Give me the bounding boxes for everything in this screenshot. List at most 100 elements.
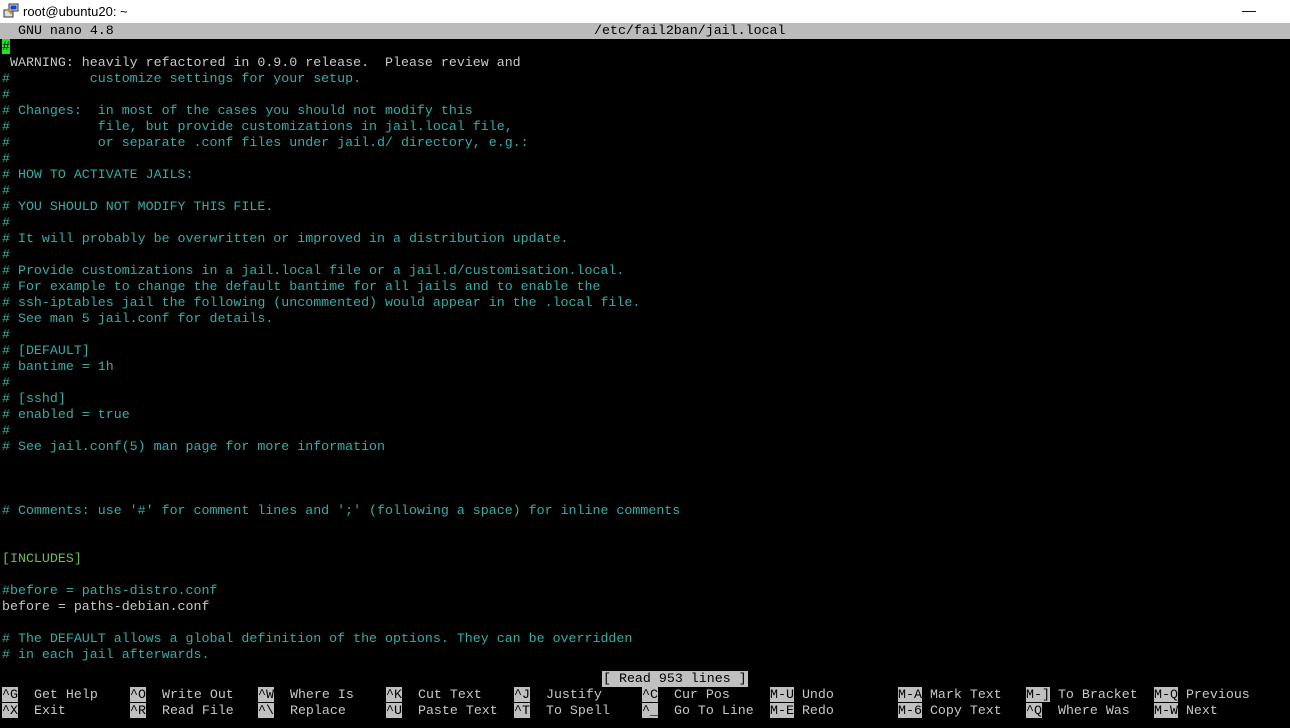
shortcut-get-help[interactable]: ^G Get Help <box>2 687 98 703</box>
editor-line[interactable]: # See jail.conf(5) man page for more inf… <box>2 439 385 455</box>
editor-line[interactable]: # customize settings for your setup. <box>2 71 361 87</box>
shortcut-key: M-] <box>1026 687 1050 702</box>
editor-line[interactable]: # <box>2 39 10 55</box>
editor-line[interactable]: # The DEFAULT allows a global definition… <box>2 631 632 647</box>
shortcut-label: To Spell <box>545 703 610 718</box>
editor-line[interactable]: # in each jail afterwards. <box>2 647 209 663</box>
shortcut-key: ^C <box>642 687 658 702</box>
editor-line[interactable]: # <box>2 375 10 391</box>
minimize-button[interactable]: — <box>1238 0 1260 23</box>
editor-line[interactable]: # <box>2 151 10 167</box>
shortcut-undo[interactable]: M-U Undo <box>770 687 834 703</box>
shortcut-label: Write Out <box>161 687 234 702</box>
nano-version: GNU nano 4.8 <box>18 23 114 38</box>
shortcut-key: ^\ <box>258 703 274 718</box>
editor-line[interactable]: # [sshd] <box>2 391 66 407</box>
shortcut-label: Get Help <box>33 687 98 702</box>
shortcut-label: Justify <box>545 687 602 702</box>
shortcut-label: Go To Line <box>673 703 754 718</box>
shortcut-key: M-U <box>770 687 794 702</box>
putty-terminal-icon <box>3 3 19 18</box>
editor-line[interactable]: WARNING: heavily refactored in 0.9.0 rel… <box>2 55 521 71</box>
editor-line[interactable]: # enabled = true <box>2 407 130 423</box>
shortcut-label: Redo <box>801 703 834 718</box>
shortcut-key: ^K <box>386 687 402 702</box>
shortcut-key: ^T <box>514 703 530 718</box>
shortcut-key: ^R <box>130 703 146 718</box>
shortcut-redo[interactable]: M-E Redo <box>770 703 834 719</box>
editor-line[interactable]: # bantime = 1h <box>2 359 114 375</box>
shortcut-justify[interactable]: ^J Justify <box>514 687 602 703</box>
editor-line[interactable]: # For example to change the default bant… <box>2 279 600 295</box>
editor-line[interactable]: # Changes: in most of the cases you shou… <box>2 103 473 119</box>
shortcut-key: ^G <box>2 687 18 702</box>
nano-header-bar: GNU nano 4.8 /etc/fail2ban/jail.local <box>0 23 1290 39</box>
text-cursor: # <box>2 39 10 54</box>
shortcut-key: M-A <box>898 687 922 702</box>
editor-line[interactable]: # Provide customizations in a jail.local… <box>2 263 624 279</box>
shortcut-key: ^U <box>386 703 402 718</box>
shortcut-copy-text[interactable]: M-6 Copy Text <box>898 703 1002 719</box>
editor-line[interactable]: [INCLUDES] <box>2 551 82 567</box>
shortcut-next[interactable]: M-W Next <box>1154 703 1218 719</box>
terminal[interactable]: GNU nano 4.8 /etc/fail2ban/jail.local # … <box>0 23 1290 728</box>
shortcut-paste-text[interactable]: ^U Paste Text <box>386 703 498 719</box>
editor-line[interactable]: # Comments: use '#' for comment lines an… <box>2 503 680 519</box>
shortcut-key: M-E <box>770 703 794 718</box>
shortcut-replace[interactable]: ^\ Replace <box>258 703 346 719</box>
editor-line[interactable]: # <box>2 87 10 103</box>
editor-line[interactable]: # See man 5 jail.conf for details. <box>2 311 273 327</box>
shortcut-label: Replace <box>289 703 346 718</box>
shortcut-key: ^J <box>514 687 530 702</box>
window-title: root@ubuntu20: ~ <box>23 4 128 19</box>
shortcut-label: Next <box>1185 703 1218 718</box>
shortcut-label: Where Is <box>289 687 354 702</box>
editor-line[interactable]: # <box>2 327 10 343</box>
shortcut-label: Previous <box>1185 687 1250 702</box>
editor-line[interactable]: # or separate .conf files under jail.d/ … <box>2 135 529 151</box>
shortcut-label: Paste Text <box>417 703 498 718</box>
file-name: /etc/fail2ban/jail.local <box>594 23 786 38</box>
shortcut-cut-text[interactable]: ^K Cut Text <box>386 687 482 703</box>
shortcut-label: Mark Text <box>929 687 1002 702</box>
shortcut-key: ^_ <box>642 703 658 718</box>
editor-line[interactable]: # [DEFAULT] <box>2 343 90 359</box>
status-message: [ Read 953 lines ] <box>602 671 748 687</box>
shortcut-label: Copy Text <box>929 703 1002 718</box>
shortcut-key: ^W <box>258 687 274 702</box>
shortcut-label: Cut Text <box>417 687 482 702</box>
editor-line[interactable]: #before = paths-distro.conf <box>2 583 217 599</box>
editor-line[interactable]: # It will probably be overwritten or imp… <box>2 231 569 247</box>
editor-line[interactable]: # file, but provide customizations in ja… <box>2 119 513 135</box>
shortcut-mark-text[interactable]: M-A Mark Text <box>898 687 1002 703</box>
shortcut-read-file[interactable]: ^R Read File <box>130 703 234 719</box>
shortcut-where-is[interactable]: ^W Where Is <box>258 687 354 703</box>
window-titlebar: root@ubuntu20: ~ — <box>0 0 1290 23</box>
shortcut-key: M-Q <box>1154 687 1178 702</box>
shortcut-label: Cur Pos <box>673 687 730 702</box>
editor-line[interactable]: # ssh-iptables jail the following (uncom… <box>2 295 640 311</box>
editor-line[interactable]: # <box>2 183 10 199</box>
shortcut-exit[interactable]: ^X Exit <box>2 703 66 719</box>
shortcut-where-was[interactable]: ^Q Where Was <box>1026 703 1130 719</box>
editor-line[interactable]: # YOU SHOULD NOT MODIFY THIS FILE. <box>2 199 273 215</box>
shortcut-key: M-W <box>1154 703 1178 718</box>
shortcut-label: Exit <box>33 703 66 718</box>
editor-line[interactable]: before = paths-debian.conf <box>2 599 209 615</box>
shortcut-write-out[interactable]: ^O Write Out <box>130 687 234 703</box>
shortcut-label: Undo <box>801 687 834 702</box>
editor-line[interactable]: # <box>2 247 10 263</box>
shortcut-label: To Bracket <box>1057 687 1138 702</box>
shortcut-key: ^X <box>2 703 18 718</box>
shortcut-key: ^O <box>130 687 146 702</box>
shortcut-label: Where Was <box>1057 703 1130 718</box>
shortcut-to-bracket[interactable]: M-] To Bracket <box>1026 687 1138 703</box>
editor-line[interactable]: # HOW TO ACTIVATE JAILS: <box>2 167 194 183</box>
shortcut-cur-pos[interactable]: ^C Cur Pos <box>642 687 730 703</box>
editor-line[interactable]: # <box>2 215 10 231</box>
editor-line[interactable]: # <box>2 423 10 439</box>
shortcut-go-to-line[interactable]: ^_ Go To Line <box>642 703 754 719</box>
shortcut-to-spell[interactable]: ^T To Spell <box>514 703 610 719</box>
shortcut-label: Read File <box>161 703 234 718</box>
shortcut-previous[interactable]: M-Q Previous <box>1154 687 1250 703</box>
